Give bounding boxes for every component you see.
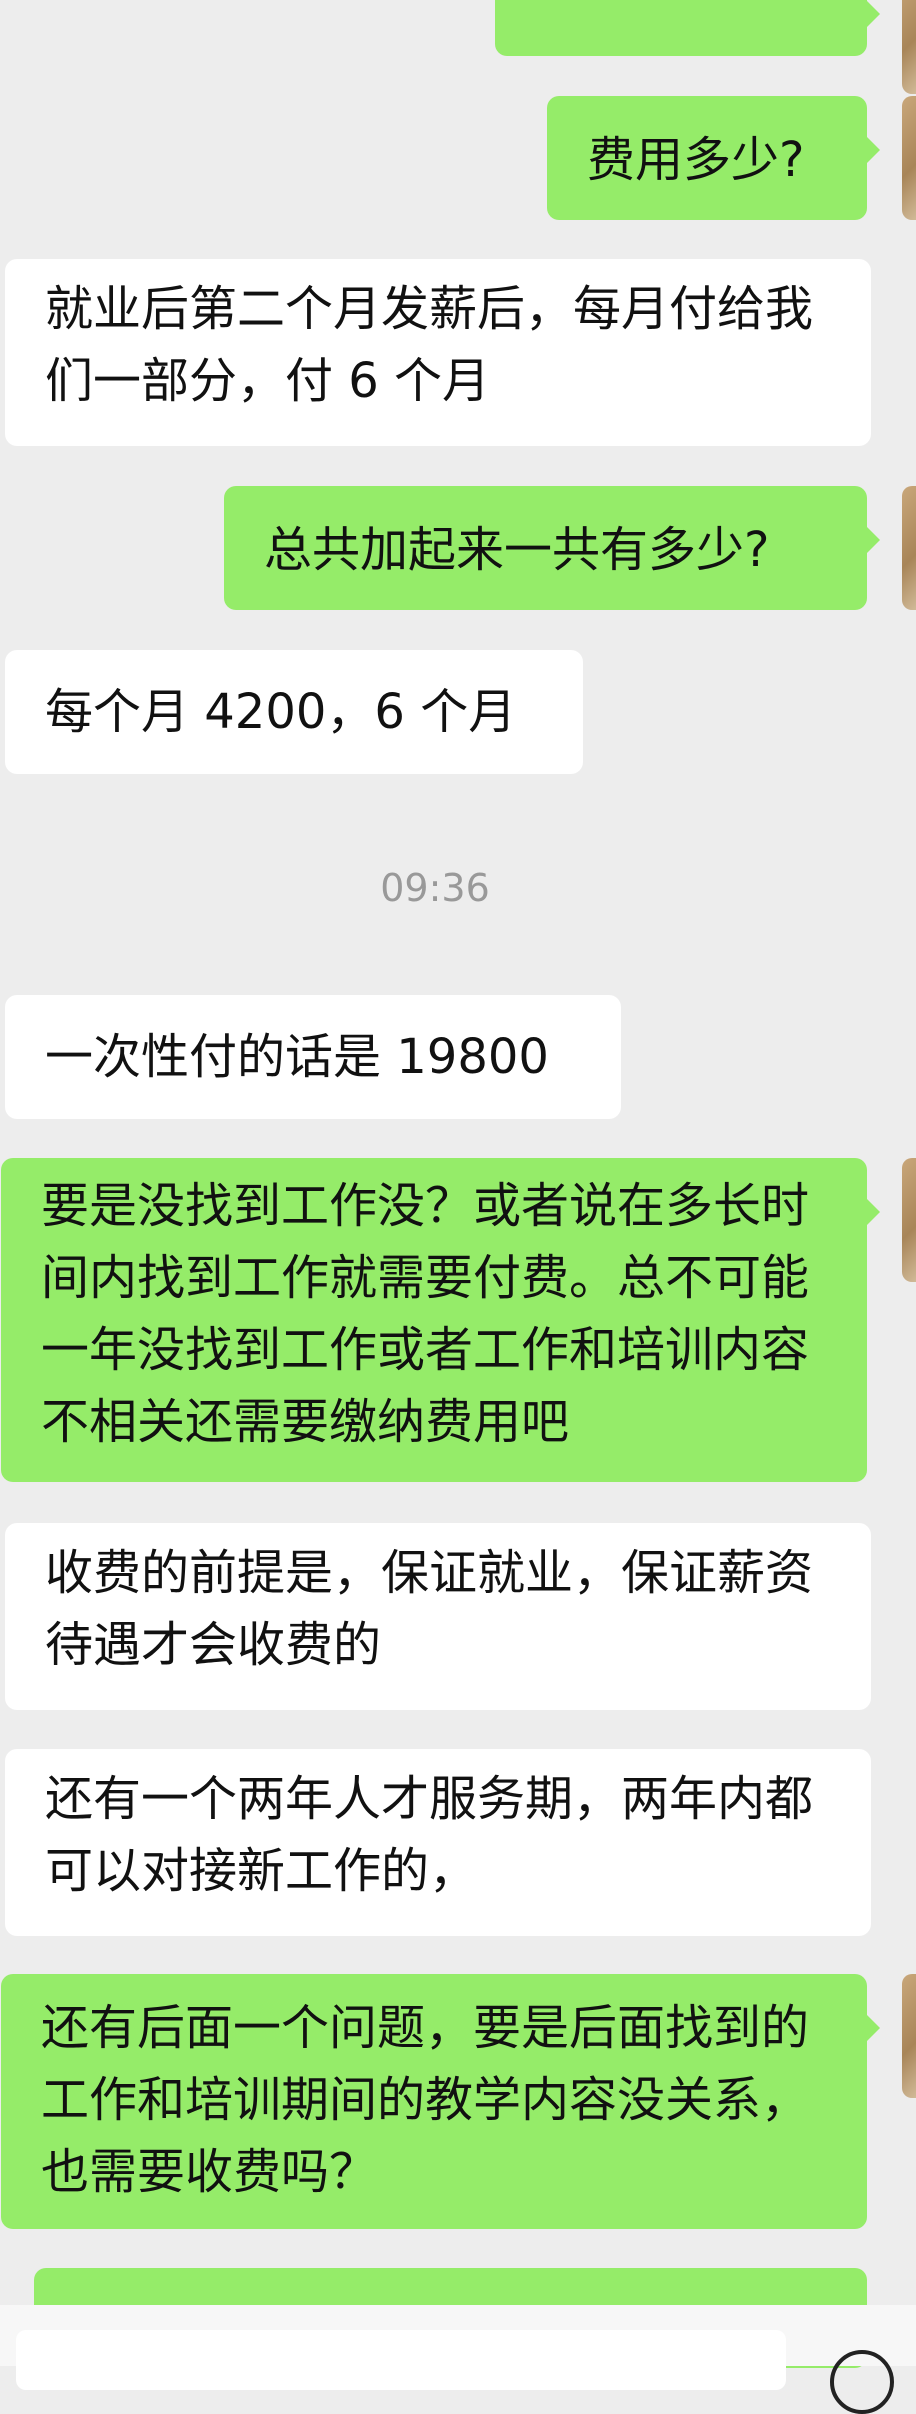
message-text: 还有后面一个问题，要是后面找到的工作和培训期间的教学内容没关系，也需要收费吗？ xyxy=(41,2000,810,2200)
message-text: 每个月 4200，6 个月 xyxy=(45,684,517,740)
message-bubble-outgoing[interactable]: 费用多少? xyxy=(547,96,880,220)
message-input[interactable] xyxy=(16,2330,786,2390)
message-bubble-incoming[interactable]: 就业后第二个月发薪后，每月付给我们一部分，付 6 个月 xyxy=(5,259,871,446)
timestamp: 09:36 xyxy=(380,866,490,910)
message-text: 总共加起来一共有多少? xyxy=(264,522,770,578)
message-text: 一次性付的话是 19800 xyxy=(45,1029,549,1085)
message-text: 还有一个两年人才服务期，两年内都可以对接新工作的， xyxy=(45,1771,814,1899)
message-bubble-incoming[interactable]: 收费的前提是，保证就业，保证薪资待遇才会收费的 xyxy=(5,1523,871,1710)
message-bubble-outgoing[interactable]: 要是没找到工作没？或者说在多长时间内找到工作就需要付费。总不可能一年没找到工作或… xyxy=(1,1158,880,1482)
avatar[interactable] xyxy=(902,1158,916,1282)
avatar[interactable] xyxy=(902,1974,916,2098)
avatar[interactable] xyxy=(902,486,916,610)
message-text: 费用多少? xyxy=(587,132,805,188)
emoji-button[interactable] xyxy=(830,2350,894,2414)
message-text: 就业后第二个月发薪后，每月付给我们一部分，付 6 个月 xyxy=(45,281,814,409)
message-bubble-partial-top[interactable] xyxy=(495,0,880,56)
avatar[interactable] xyxy=(902,0,916,94)
message-bubble-incoming[interactable]: 一次性付的话是 19800 xyxy=(5,995,621,1119)
message-bubble-outgoing[interactable]: 还有后面一个问题，要是后面找到的工作和培训期间的教学内容没关系，也需要收费吗？ xyxy=(1,1974,880,2229)
message-bubble-outgoing[interactable]: 总共加起来一共有多少? xyxy=(224,486,880,610)
avatar[interactable] xyxy=(902,96,916,220)
message-bubble-incoming[interactable]: 还有一个两年人才服务期，两年内都可以对接新工作的， xyxy=(5,1749,871,1936)
message-text: 收费的前提是，保证就业，保证薪资待遇才会收费的 xyxy=(45,1545,814,1673)
message-bubble-incoming[interactable]: 每个月 4200，6 个月 xyxy=(5,650,583,774)
message-text: 要是没找到工作没？或者说在多长时间内找到工作就需要付费。总不可能一年没找到工作或… xyxy=(41,1178,810,1450)
